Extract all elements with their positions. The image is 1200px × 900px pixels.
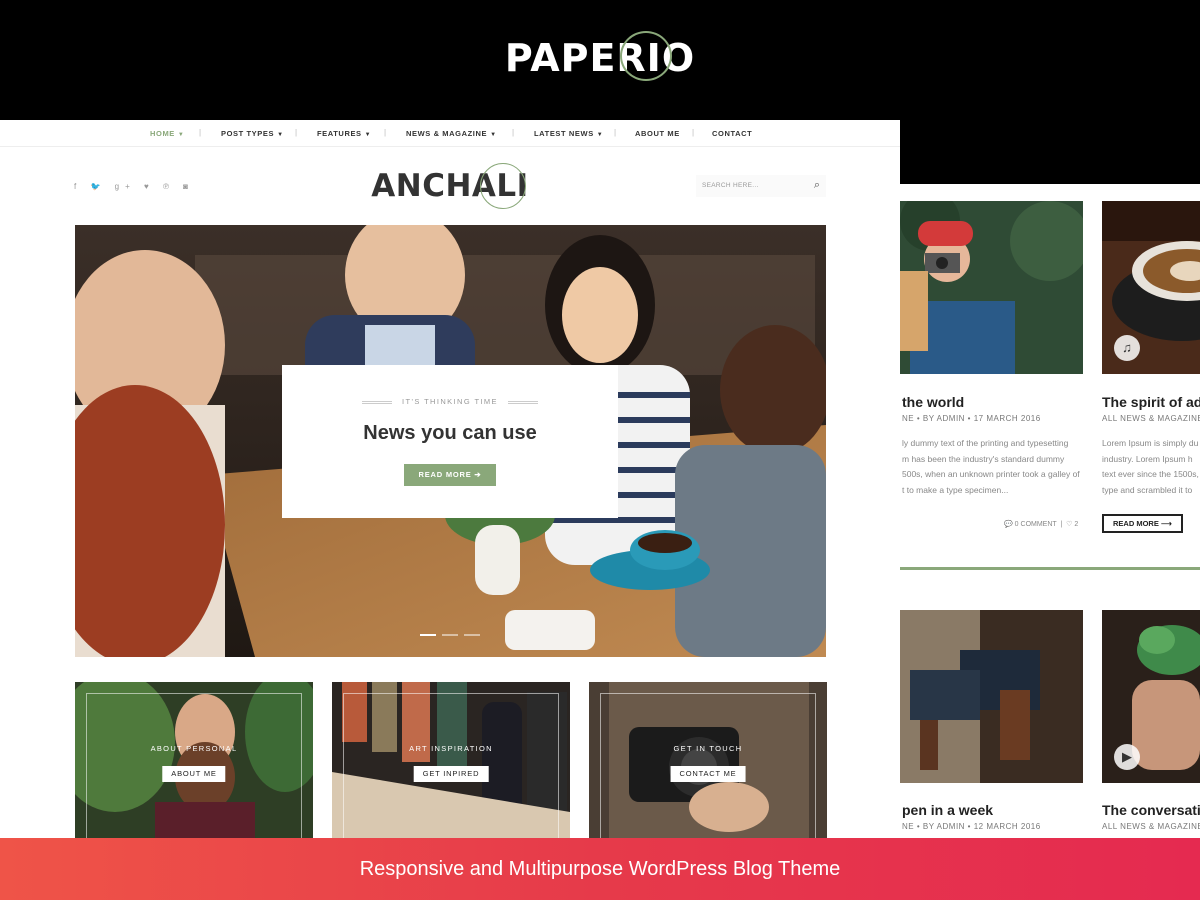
secondary-preview-panel: the world NE • BY ADMIN • 17 MARCH 2016 … bbox=[900, 184, 1200, 844]
tagline-text: Responsive and Multipurpose WordPress Bl… bbox=[359, 858, 841, 880]
arrow-right-icon: ➔ bbox=[474, 470, 482, 479]
boots-image bbox=[900, 610, 1083, 783]
nav-item-news-magazine[interactable]: NEWS & MAGAZINE ▼ bbox=[406, 129, 497, 138]
brand-logo-ring bbox=[620, 31, 672, 81]
site-logo-ring bbox=[480, 163, 526, 209]
caret-down-icon: ▼ bbox=[277, 132, 284, 138]
caret-down-icon: ▼ bbox=[490, 132, 497, 138]
search-icon[interactable]: ⌕ bbox=[814, 179, 820, 192]
post-meta: ALL NEWS & MAGAZINE • bbox=[1102, 414, 1200, 423]
hero-read-more-button[interactable]: READ MORE ➔ bbox=[404, 464, 496, 486]
slider-dot[interactable] bbox=[420, 634, 436, 636]
nav-separator: | bbox=[199, 128, 202, 137]
promo-kicker: GET IN TOUCH bbox=[673, 744, 743, 753]
nav-separator: | bbox=[295, 128, 298, 137]
main-navigation: HOME ▼ | POST TYPES ▼ | FEATURES ▼ | NEWS &… bbox=[0, 120, 900, 147]
promo-art[interactable]: ART INSPIRATION GET INPIRED bbox=[332, 682, 570, 840]
photographer-image bbox=[900, 201, 1083, 374]
hero-card: IT'S THINKING TIME News you can use READ… bbox=[282, 365, 618, 518]
social-icons[interactable]: f 🐦 g+ ♥ ℗ ◙ bbox=[74, 182, 194, 191]
search-input[interactable]: SEARCH HERE... bbox=[702, 182, 759, 189]
nav-item-contact[interactable]: CONTACT bbox=[712, 129, 752, 138]
post-thumbnail-boots[interactable] bbox=[900, 610, 1083, 783]
caret-down-icon: ▼ bbox=[177, 132, 185, 138]
nav-separator: | bbox=[512, 128, 515, 137]
post-thumbnail-herbs[interactable]: ▶ bbox=[1102, 610, 1200, 783]
promo-kicker: ABOUT PERSONAL bbox=[150, 744, 238, 753]
caret-down-icon: ▼ bbox=[364, 132, 372, 138]
nav-item-features[interactable]: FEATURES ▼ bbox=[317, 129, 371, 138]
hero-kicker: IT'S THINKING TIME bbox=[402, 397, 498, 406]
search-box[interactable]: SEARCH HERE... ⌕ bbox=[696, 175, 826, 197]
nav-separator: | bbox=[692, 128, 695, 137]
section-divider bbox=[900, 567, 1200, 570]
post-excerpt: Lorem Ipsum is simply du industry. Lorem … bbox=[1102, 438, 1199, 495]
post-title[interactable]: the world bbox=[902, 394, 964, 410]
post-title[interactable]: The spirit of ad bbox=[1102, 394, 1200, 410]
nav-item-about-me[interactable]: ABOUT ME bbox=[635, 129, 680, 138]
comment-icon: 💬 bbox=[1004, 521, 1013, 528]
about-me-button[interactable]: ABOUT ME bbox=[162, 766, 226, 782]
nav-item-latest-news[interactable]: LATEST NEWS ▼ bbox=[534, 129, 603, 138]
slider-dot[interactable] bbox=[442, 634, 458, 636]
post-title[interactable]: The conversatio bbox=[1102, 802, 1200, 818]
caret-down-icon: ▼ bbox=[596, 132, 604, 138]
heart-icon[interactable]: ♡ bbox=[1066, 521, 1072, 528]
post-thumbnail-photographer[interactable] bbox=[900, 201, 1083, 374]
post-title[interactable]: pen in a week bbox=[902, 802, 993, 818]
nav-item-home[interactable]: HOME ▼ bbox=[150, 129, 184, 138]
post-actions: 💬 0 COMMENT | ♡ 2 bbox=[1004, 521, 1079, 528]
nav-item-post-types[interactable]: POST TYPES ▼ bbox=[221, 129, 284, 138]
post-thumbnail-coffee[interactable]: ♫ bbox=[1102, 201, 1200, 374]
post-meta: NE • BY ADMIN • 12 MARCH 2016 bbox=[902, 822, 1041, 831]
post-meta: ALL NEWS & MAGAZINE • bbox=[1102, 822, 1200, 831]
slider-dot[interactable] bbox=[464, 634, 480, 636]
primary-preview-page: HOME ▼ | POST TYPES ▼ | FEATURES ▼ | NEWS &… bbox=[0, 120, 900, 840]
nav-separator: | bbox=[614, 128, 617, 137]
promo-about[interactable]: ABOUT PERSONAL ABOUT ME bbox=[75, 682, 313, 840]
kicker-line bbox=[508, 401, 538, 404]
promo-kicker: ART INSPIRATION bbox=[409, 744, 493, 753]
contact-me-button[interactable]: CONTACT ME bbox=[670, 766, 746, 782]
brand-logo: PAPERIO bbox=[504, 36, 696, 80]
post-excerpt: ly dummy text of the printing and typese… bbox=[902, 438, 1080, 495]
like-count: 2 bbox=[1074, 521, 1079, 528]
read-more-button[interactable]: READ MORE ⟶ bbox=[1102, 514, 1183, 533]
post-meta: NE • BY ADMIN • 17 MARCH 2016 bbox=[902, 414, 1041, 423]
hero-title[interactable]: News you can use bbox=[282, 422, 618, 445]
music-note-icon[interactable]: ♫ bbox=[1114, 335, 1140, 361]
play-icon[interactable]: ▶ bbox=[1114, 744, 1140, 770]
promo-contact[interactable]: GET IN TOUCH CONTACT ME bbox=[589, 682, 827, 840]
site-logo[interactable]: ANCHALI bbox=[300, 168, 600, 204]
nav-separator: | bbox=[384, 128, 387, 137]
hero-slider[interactable]: IT'S THINKING TIME News you can use READ… bbox=[75, 225, 826, 657]
comment-count[interactable]: 0 COMMENT bbox=[1015, 521, 1057, 528]
arrow-right-icon: ⟶ bbox=[1160, 519, 1172, 528]
get-inspired-button[interactable]: GET INPIRED bbox=[413, 766, 489, 782]
